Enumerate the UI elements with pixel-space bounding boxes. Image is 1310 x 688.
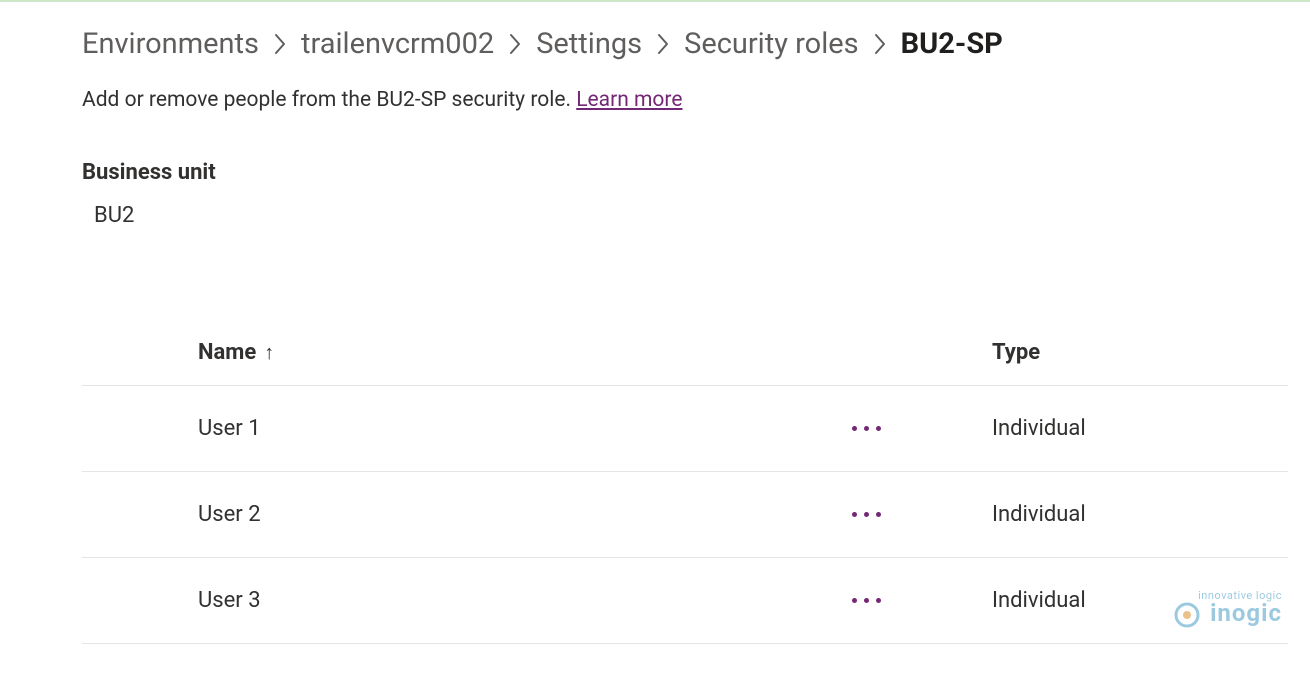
row-more-actions[interactable] <box>852 598 992 603</box>
column-header-name[interactable]: Name ↑ <box>82 340 852 365</box>
more-horizontal-icon <box>852 598 881 603</box>
chevron-right-icon <box>656 32 670 56</box>
breadcrumb-environment-name[interactable]: trailenvcrm002 <box>301 24 494 64</box>
column-header-type[interactable]: Type <box>992 340 1040 365</box>
table-row[interactable]: User 1 Individual <box>82 386 1288 472</box>
table-row[interactable]: User 3 Individual <box>82 558 1288 644</box>
breadcrumb-settings[interactable]: Settings <box>536 24 642 64</box>
chevron-right-icon <box>273 32 287 56</box>
members-table: Name ↑ Type User 1 Individual User 2 Ind… <box>82 320 1288 644</box>
row-more-actions[interactable] <box>852 512 992 517</box>
learn-more-link[interactable]: Learn more <box>576 88 682 112</box>
row-more-actions[interactable] <box>852 426 992 431</box>
cell-name: User 3 <box>82 588 852 613</box>
cell-type: Individual <box>992 588 1086 613</box>
page-description: Add or remove people from the BU2-SP sec… <box>82 88 1310 112</box>
cell-type: Individual <box>992 502 1086 527</box>
breadcrumb-current: BU2-SP <box>901 24 1003 64</box>
breadcrumb: Environments trailenvcrm002 Settings Sec… <box>82 24 1310 64</box>
page-content: Environments trailenvcrm002 Settings Sec… <box>0 2 1310 644</box>
cell-name: User 1 <box>82 416 852 441</box>
description-text: Add or remove people from the BU2-SP sec… <box>82 88 576 112</box>
breadcrumb-environments[interactable]: Environments <box>82 24 259 64</box>
more-horizontal-icon <box>852 512 881 517</box>
more-horizontal-icon <box>852 426 881 431</box>
cell-name: User 2 <box>82 502 852 527</box>
chevron-right-icon <box>873 32 887 56</box>
table-row[interactable]: User 2 Individual <box>82 472 1288 558</box>
business-unit-label: Business unit <box>82 160 1310 185</box>
chevron-right-icon <box>508 32 522 56</box>
business-unit-value: BU2 <box>82 203 1310 228</box>
breadcrumb-security-roles[interactable]: Security roles <box>684 24 859 64</box>
column-header-name-label: Name <box>198 340 256 365</box>
sort-ascending-icon: ↑ <box>264 340 274 365</box>
table-header-row: Name ↑ Type <box>82 320 1288 386</box>
business-unit-section: Business unit BU2 <box>82 160 1310 228</box>
cell-type: Individual <box>992 416 1086 441</box>
